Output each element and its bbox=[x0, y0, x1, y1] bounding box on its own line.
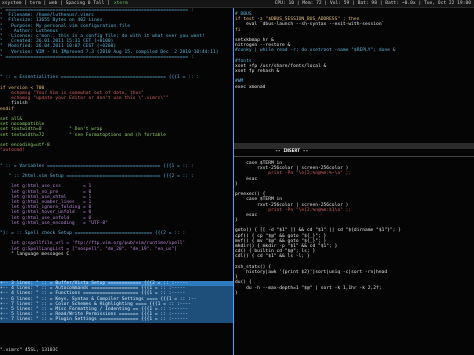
code-line-text: " language messages C bbox=[0, 251, 70, 257]
code-line-text: history|awk '{print $2}'|sort|uniq -c|so… bbox=[235, 269, 388, 275]
workspace-list[interactable]: xsystem [ term | web | Spacing 0 Tall ] bbox=[0, 1, 110, 6]
zshrc-pane[interactable]: case $TERM in rxvt-256color | screen-256… bbox=[234, 157, 474, 355]
code-line-text: esac bbox=[235, 212, 258, 218]
code-line-text: } bbox=[235, 290, 238, 296]
code-line[interactable]: " language messages C bbox=[0, 252, 233, 257]
vimrc-buffer-lines[interactable]: " ======================================… bbox=[0, 8, 233, 257]
code-line-text: cdl() { cd "$1" && ls -l; } bbox=[235, 254, 310, 260]
insert-mode-label: -- INSERT -- bbox=[275, 149, 309, 154]
code-line-text: " :: = Essentialities ==================… bbox=[0, 75, 200, 81]
code-line-text: du -h --max-depth=1 "$@" | sort -k 1,1hr… bbox=[235, 285, 382, 291]
code-line-text: fi bbox=[235, 27, 241, 33]
code-line[interactable]: } bbox=[235, 291, 474, 296]
code-line-text: " ======================================… bbox=[0, 54, 194, 60]
fold-line[interactable]: +-- 7 lines: " :: = Plugin Settings ====… bbox=[0, 317, 233, 323]
active-window-title: xterm bbox=[113, 0, 128, 6]
code-line-text: "autocmd! bbox=[0, 148, 25, 154]
xinitrc-buffer-lines[interactable]: # DBUS if test -z "$DBUS_SESSION_BUS_ADDR… bbox=[235, 12, 474, 90]
code-line-text: #conky | while read -r; do xsetroot -nam… bbox=[235, 48, 396, 54]
code-line-text: "}: = :: Spell check Setup =============… bbox=[0, 231, 186, 237]
vim-command-line: ".vimrc" 45SL, 13103C bbox=[0, 348, 59, 353]
code-line-text: } bbox=[235, 181, 238, 187]
code-line-text: exec xmonad bbox=[235, 84, 266, 90]
vim-vimrc-pane[interactable]: " ======================================… bbox=[0, 8, 234, 355]
code-line[interactable]: " :: = Essentialities ==================… bbox=[0, 75, 233, 80]
code-line-text: eval `dbus-launch --sh-syntax --exit-wit… bbox=[235, 22, 385, 28]
code-line-text: " :: 2html.vim Setup ===================… bbox=[0, 174, 194, 179]
code-line-text: endif bbox=[0, 106, 14, 112]
vim-mode-indicator: -- INSERT -- bbox=[234, 143, 474, 154]
code-line-text: " :: = Variables =======================… bbox=[0, 163, 194, 169]
xinitrc-pane[interactable]: # DBUS if test -z "$DBUS_SESSION_BUS_ADDR… bbox=[234, 8, 474, 157]
code-line-text: let g:html_use_encoding = "UTF-8" bbox=[0, 220, 108, 226]
zshrc-buffer-lines[interactable]: case $TERM in rxvt-256color | screen-256… bbox=[235, 161, 474, 296]
code-line-text: } bbox=[235, 218, 238, 224]
xmobar-status-bar: xsystem [ term | web | Spacing 0 Tall ] … bbox=[0, 0, 474, 8]
code-line-text: esac bbox=[235, 176, 258, 182]
vim-folds[interactable]: +-- 3 lines: " :: = Buffer/Vista Setup =… bbox=[0, 281, 233, 323]
code-line[interactable]: exec xmonad bbox=[235, 85, 474, 90]
code-line-text: xset fp rehash & bbox=[235, 69, 280, 75]
system-stats: CPU: 10 | Mem: 72 | Vol: 59 | Bat: 98 | … bbox=[274, 0, 471, 6]
code-line-text: set textwidth=72 " see Formatoptions and… bbox=[0, 132, 166, 138]
